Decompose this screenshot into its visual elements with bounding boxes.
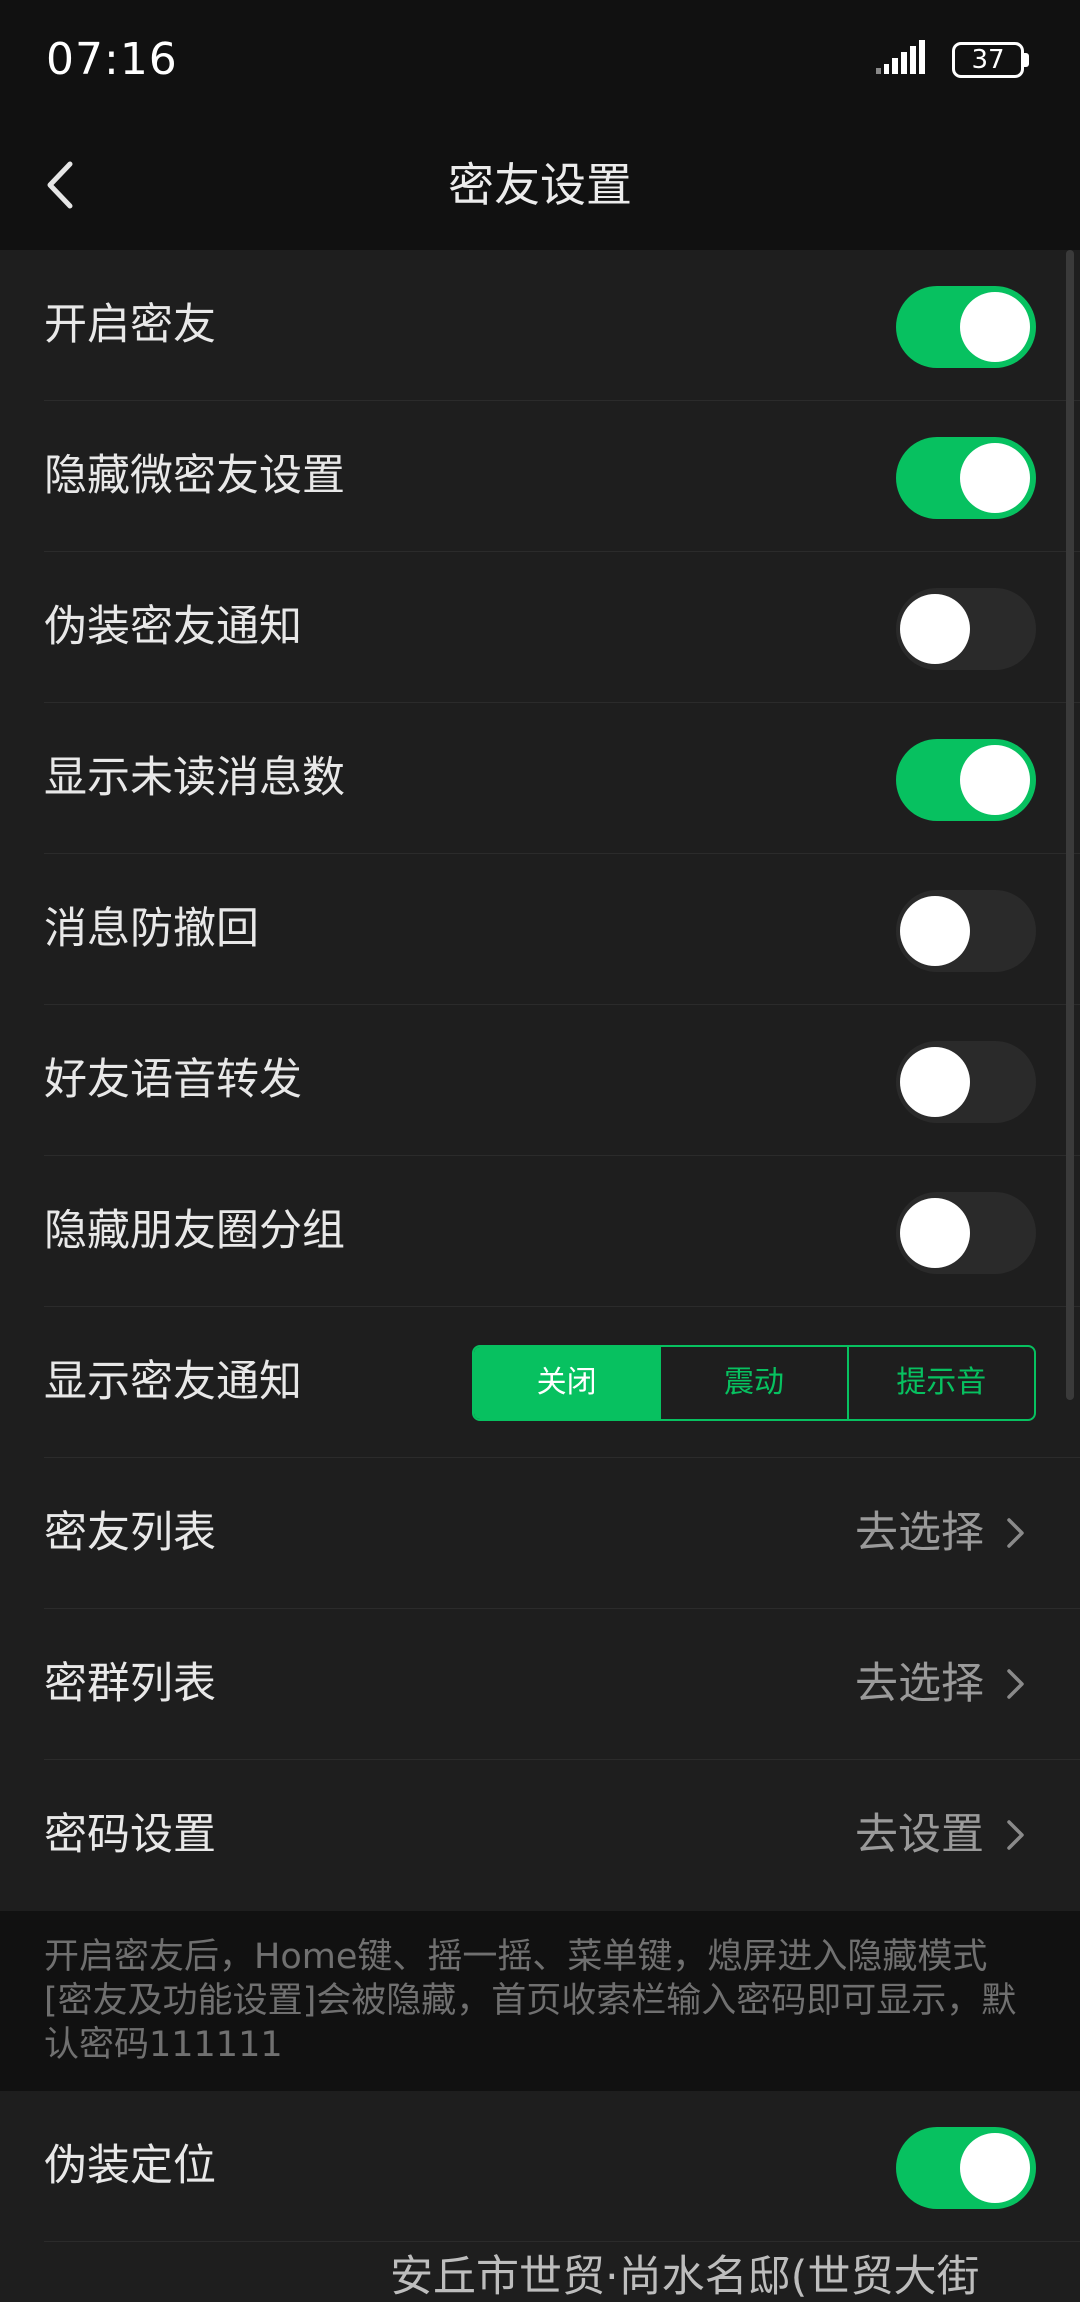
- setting-value: 去设置: [855, 1810, 984, 1860]
- toggle-knob: [960, 292, 1030, 362]
- setting-label: 消息防撤回: [44, 904, 259, 954]
- chevron-right-icon: [1007, 1518, 1024, 1548]
- fake-location-toggle[interactable]: [896, 2127, 1036, 2209]
- status-time: 07:16: [46, 34, 178, 85]
- setting-label: 隐藏微密友设置: [44, 451, 345, 501]
- scrollbar[interactable]: [1066, 250, 1074, 1400]
- setting-label: 显示密友通知: [44, 1357, 302, 1407]
- setting-label: 隐藏朋友圈分组: [44, 1206, 345, 1256]
- anti-recall-toggle[interactable]: [896, 890, 1036, 972]
- chevron-right-icon: [1007, 1669, 1024, 1699]
- setting-row-hide-moments-groups[interactable]: 隐藏朋友圈分组: [44, 1156, 1080, 1307]
- setting-row-disguise-notification[interactable]: 伪装密友通知: [44, 552, 1080, 703]
- setting-row-anti-recall[interactable]: 消息防撤回: [44, 854, 1080, 1005]
- voice-forward-toggle[interactable]: [896, 1041, 1036, 1123]
- setting-row-hide-settings[interactable]: 隐藏微密友设置: [44, 401, 1080, 552]
- setting-label: 密友列表: [44, 1508, 216, 1558]
- notification-option-sound[interactable]: 提示音: [846, 1347, 1034, 1419]
- signal-icon: [876, 40, 925, 74]
- toggle-knob: [960, 2133, 1030, 2203]
- setting-row-group-list[interactable]: 密群列表 去选择: [44, 1609, 1080, 1760]
- nav-bar: 密友设置: [0, 120, 1080, 250]
- setting-label: 好友语音转发: [44, 1055, 302, 1105]
- notification-option-off[interactable]: 关闭: [474, 1347, 660, 1419]
- hide-settings-toggle[interactable]: [896, 437, 1036, 519]
- hide-moments-groups-toggle[interactable]: [896, 1192, 1036, 1274]
- enable-close-friends-toggle[interactable]: [896, 286, 1036, 368]
- setting-row-voice-forward[interactable]: 好友语音转发: [44, 1005, 1080, 1156]
- battery-tip: [1024, 53, 1029, 67]
- setting-label: 密群列表: [44, 1659, 216, 1709]
- setting-row-password[interactable]: 密码设置 去设置: [44, 1760, 1080, 1911]
- notification-option-vibrate[interactable]: 震动: [659, 1347, 846, 1419]
- setting-row-location-address[interactable]: 安丘市世贸·尚水名邸(世贸大街: [44, 2242, 1080, 2302]
- toggle-knob: [960, 745, 1030, 815]
- setting-label: 密码设置: [44, 1810, 216, 1860]
- setting-label: 伪装密友通知: [44, 602, 302, 652]
- setting-value: 去选择: [855, 1659, 984, 1709]
- notification-mode-segmented-control: 关闭 震动 提示音: [472, 1345, 1036, 1421]
- chevron-right-icon: [1007, 1820, 1024, 1850]
- page-title: 密友设置: [448, 158, 632, 212]
- toggle-knob: [900, 896, 970, 966]
- settings-note: 开启密友后，Home键、摇一摇、菜单键，熄屏进入隐藏模式[密友及功能设置]会被隐…: [0, 1911, 1080, 2091]
- setting-row-show-notification: 显示密友通知 关闭 震动 提示音: [44, 1307, 1080, 1458]
- setting-label: 开启密友: [44, 300, 216, 350]
- setting-label: 显示未读消息数: [44, 753, 345, 803]
- settings-group-main: 开启密友 隐藏微密友设置 伪装密友通知 显示未读消息数 消息防撤回 好友语音转发…: [0, 250, 1080, 1911]
- battery-level: 37: [971, 45, 1005, 75]
- setting-row-unread-count[interactable]: 显示未读消息数: [44, 703, 1080, 854]
- setting-row-friend-list[interactable]: 密友列表 去选择: [44, 1458, 1080, 1609]
- setting-value: 去选择: [855, 1508, 984, 1558]
- disguise-notification-toggle[interactable]: [896, 588, 1036, 670]
- toggle-knob: [960, 443, 1030, 513]
- setting-label: 伪装定位: [44, 2141, 216, 2191]
- toggle-knob: [900, 1047, 970, 1117]
- settings-group-location: 伪装定位 安丘市世贸·尚水名邸(世贸大街: [0, 2091, 1080, 2302]
- settings-list[interactable]: 开启密友 隐藏微密友设置 伪装密友通知 显示未读消息数 消息防撤回 好友语音转发…: [0, 250, 1080, 2302]
- setting-row-fake-location[interactable]: 伪装定位: [44, 2091, 1080, 2242]
- location-address: 安丘市世贸·尚水名邸(世贸大街: [390, 2252, 980, 2302]
- setting-row-enable-close-friends[interactable]: 开启密友: [44, 250, 1080, 401]
- status-bar: 07:16 37: [0, 0, 1080, 120]
- back-arrow-icon[interactable]: [30, 150, 100, 220]
- unread-count-toggle[interactable]: [896, 739, 1036, 821]
- toggle-knob: [900, 594, 970, 664]
- battery-indicator: 37: [952, 42, 1024, 78]
- toggle-knob: [900, 1198, 970, 1268]
